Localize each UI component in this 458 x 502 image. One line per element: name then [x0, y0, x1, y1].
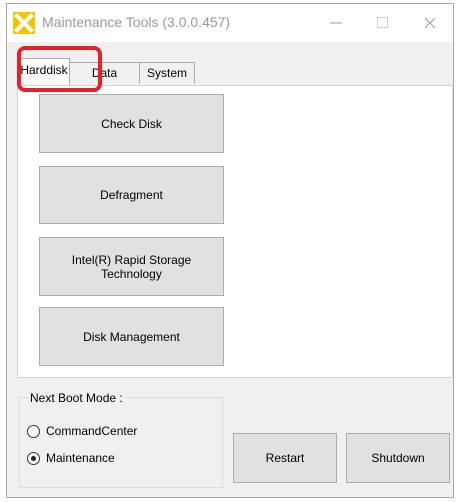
radio-commandcenter-circle[interactable] — [27, 424, 40, 438]
intel-rst-label: Intel(R) Rapid Storage Technology — [72, 253, 191, 281]
radio-maintenance-label: Maintenance — [46, 451, 115, 465]
harddisk-tab-panel: Check Disk Defragment Intel(R) Rapid Sto… — [17, 85, 453, 378]
tab-strip: Harddisk Data System — [7, 56, 453, 86]
tab-harddisk[interactable]: Harddisk — [18, 58, 70, 85]
restart-label: Restart — [265, 451, 305, 465]
minimize-button[interactable] — [313, 4, 359, 42]
close-icon — [424, 17, 436, 29]
maximize-button[interactable] — [360, 4, 406, 42]
yellow-x-app-icon — [13, 12, 35, 34]
title-bar[interactable]: Maintenance Tools (3.0.0.457) — [7, 4, 453, 42]
next-boot-mode-label: Next Boot Mode : — [28, 391, 125, 405]
close-button[interactable] — [407, 4, 453, 42]
window-title: Maintenance Tools (3.0.0.457) — [42, 14, 231, 30]
shutdown-label: Shutdown — [371, 451, 425, 465]
check-disk-button[interactable]: Check Disk — [39, 94, 224, 153]
next-boot-mode-group: Next Boot Mode : CommandCenter Maintenan… — [19, 391, 223, 488]
check-disk-label: Check Disk — [101, 116, 162, 131]
maintenance-tools-window: Maintenance Tools (3.0.0.457) Harddisk D… — [6, 3, 454, 498]
tab-system[interactable]: System — [139, 62, 195, 84]
defragment-label: Defragment — [100, 188, 163, 202]
radio-maintenance[interactable]: Maintenance — [27, 449, 115, 467]
intel-rst-label-line2: Technology — [101, 266, 162, 281]
minimize-icon — [330, 22, 342, 24]
intel-rst-label-line1: Intel(R) Rapid Storage — [71, 252, 192, 267]
radio-commandcenter-label: CommandCenter — [46, 424, 138, 438]
maximize-icon — [377, 17, 388, 28]
intel-rst-button[interactable]: Intel(R) Rapid Storage Technology — [39, 237, 224, 296]
radio-commandcenter[interactable]: CommandCenter — [27, 422, 137, 440]
defragment-button[interactable]: Defragment — [39, 166, 224, 224]
radio-maintenance-circle[interactable] — [27, 451, 40, 465]
tab-data[interactable]: Data — [69, 62, 140, 84]
disk-management-label: Disk Management — [83, 329, 180, 344]
disk-management-button[interactable]: Disk Management — [39, 307, 224, 366]
restart-button[interactable]: Restart — [233, 433, 337, 483]
shutdown-button[interactable]: Shutdown — [346, 433, 450, 483]
